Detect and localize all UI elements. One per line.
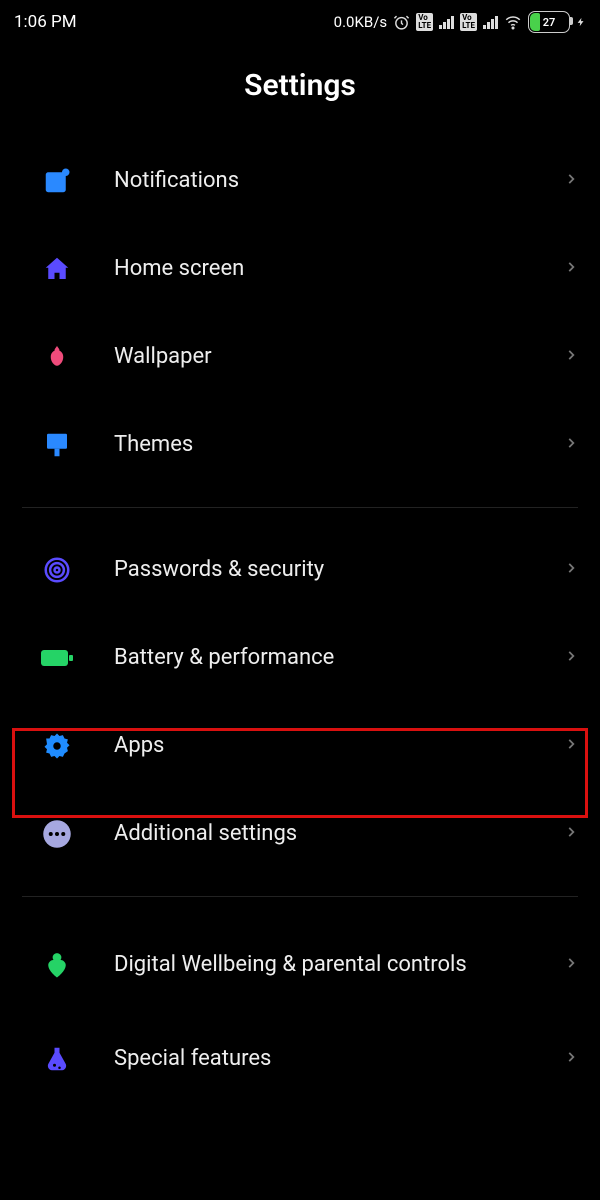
divider [22,896,578,897]
alarm-icon [393,14,410,31]
divider [22,507,578,508]
row-label: Digital Wellbeing & parental controls [114,951,564,979]
battery-icon [38,647,76,669]
row-label: Apps [114,732,564,760]
row-battery-performance[interactable]: Battery & performance [0,614,600,702]
row-home-screen[interactable]: Home screen [0,225,600,313]
row-label: Battery & performance [114,644,564,672]
more-icon [38,819,76,849]
settings-list: Notifications Home screen Wallpaper Them… [0,137,600,1103]
notifications-icon [38,166,76,196]
chevron-right-icon [564,257,578,281]
chevron-right-icon [564,1047,578,1071]
page-title: Settings [0,68,600,103]
settings-screen: 1:06 PM 0.0KB/s VoLTE VoLTE 27 Settings [0,0,600,1200]
row-special-features[interactable]: Special features [0,1015,600,1103]
status-net-speed: 0.0KB/s [334,13,388,31]
signal-icon-1 [439,15,454,29]
row-label: Passwords & security [114,556,564,584]
fingerprint-icon [38,555,76,585]
chevron-right-icon [564,734,578,758]
row-passwords-security[interactable]: Passwords & security [0,526,600,614]
row-label: Home screen [114,255,564,283]
row-digital-wellbeing[interactable]: Digital Wellbeing & parental controls [0,915,600,1015]
battery-percent: 27 [529,16,569,29]
status-right: 0.0KB/s VoLTE VoLTE 27 [334,11,586,33]
themes-icon [38,430,76,460]
flask-icon [38,1044,76,1074]
chevron-right-icon [564,558,578,582]
row-themes[interactable]: Themes [0,401,600,489]
volte-badge-2: VoLTE [460,13,477,31]
heart-icon [38,950,76,980]
wifi-icon [504,13,522,31]
battery-indicator: 27 [528,11,570,33]
row-apps[interactable]: Apps [0,702,600,790]
chevron-right-icon [564,822,578,846]
row-wallpaper[interactable]: Wallpaper [0,313,600,401]
chevron-right-icon [564,345,578,369]
status-bar: 1:06 PM 0.0KB/s VoLTE VoLTE 27 [0,0,600,40]
volte-badge-1: VoLTE [416,13,433,31]
gear-icon [38,731,76,761]
status-time: 1:06 PM [14,12,77,32]
chevron-right-icon [564,169,578,193]
row-label: Notifications [114,167,564,195]
row-additional-settings[interactable]: Additional settings [0,790,600,878]
chevron-right-icon [564,953,578,977]
row-label: Wallpaper [114,343,564,371]
charging-icon [576,14,586,30]
chevron-right-icon [564,646,578,670]
row-notifications[interactable]: Notifications [0,137,600,225]
wallpaper-icon [38,342,76,372]
row-label: Additional settings [114,820,564,848]
chevron-right-icon [564,433,578,457]
signal-icon-2 [483,15,498,29]
row-label: Themes [114,431,564,459]
row-label: Special features [114,1045,564,1073]
home-icon [38,254,76,284]
